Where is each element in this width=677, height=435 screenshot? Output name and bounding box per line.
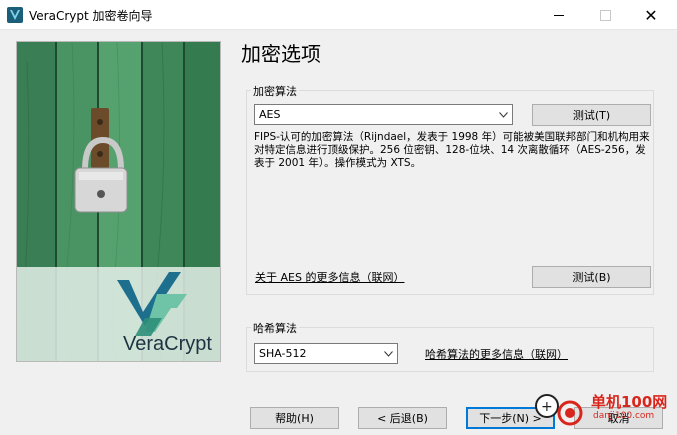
window-title: VeraCrypt 加密卷向导 — [29, 9, 153, 23]
site-watermark: + 单机100网 danji100.com — [530, 392, 676, 432]
veracrypt-app-icon — [7, 7, 23, 23]
chevron-down-icon — [381, 344, 395, 363]
back-button[interactable]: < 后退(B) — [358, 407, 447, 429]
watermark-site-url: danji100.com — [593, 411, 655, 421]
help-button[interactable]: 帮助(H) — [250, 407, 339, 429]
wizard-banner-image: VeraCrypt — [16, 41, 221, 362]
test-button-top[interactable]: 测试(T) — [532, 104, 651, 126]
hash-algorithm-value: SHA-512 — [259, 347, 307, 360]
algorithm-description: FIPS-认可的加密算法（Rijndael，发表于 1998 年）可能被美国联邦… — [254, 131, 650, 169]
watermark-site-name: 单机100网 — [591, 393, 668, 411]
title-bar: VeraCrypt 加密卷向导 ✕ — [0, 0, 677, 30]
test-button-bottom[interactable]: 测试(B) — [532, 266, 651, 288]
encryption-algorithm-value: AES — [259, 108, 281, 121]
svg-text:+: + — [541, 399, 553, 415]
hash-group-label: 哈希算法 — [251, 320, 299, 336]
hash-more-info-link[interactable]: 哈希算法的更多信息（联网） — [425, 346, 568, 362]
banner-brand-text: VeraCrypt — [123, 333, 212, 355]
hash-algorithm-select[interactable]: SHA-512 — [254, 343, 398, 364]
encryption-group-label: 加密算法 — [251, 83, 299, 99]
minimize-button[interactable] — [536, 0, 582, 30]
padlock-on-wood-image: VeraCrypt — [17, 42, 220, 361]
encryption-algorithm-select[interactable]: AES — [254, 104, 513, 125]
maximize-button[interactable] — [582, 0, 628, 30]
close-button[interactable]: ✕ — [628, 0, 674, 30]
page-title: 加密选项 — [241, 42, 321, 66]
aes-more-info-link[interactable]: 关于 AES 的更多信息（联网） — [255, 269, 404, 285]
close-icon: ✕ — [644, 5, 658, 25]
chevron-down-icon — [496, 105, 510, 124]
